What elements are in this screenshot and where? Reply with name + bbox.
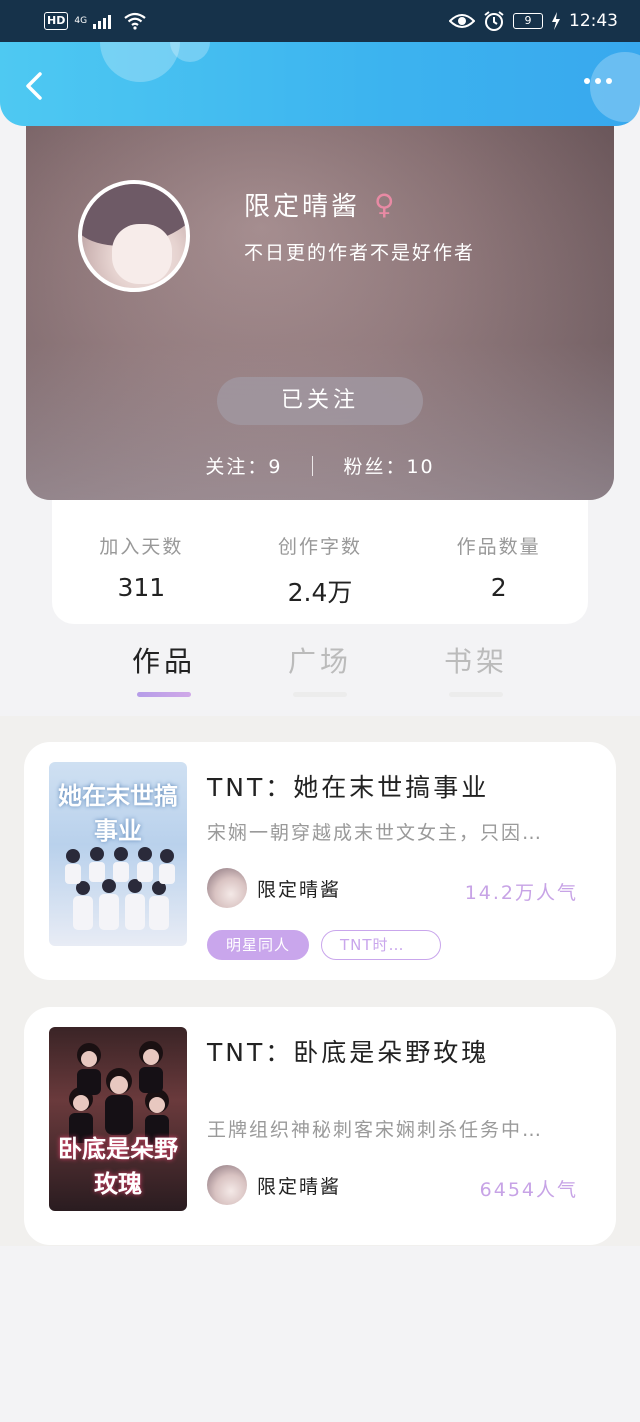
status-right: 9 12:43 [449, 10, 618, 32]
stats-card: 加入天数 311 创作字数 2.4万 作品数量 2 [52, 500, 588, 624]
alarm-icon [484, 11, 504, 31]
follow-button[interactable]: 已关注 [217, 377, 423, 425]
hd-icon: HD [44, 12, 69, 30]
popularity-count: 6454人气 [479, 1179, 578, 1201]
tab-label: 广场 [287, 645, 352, 678]
dot-icon [595, 78, 601, 84]
stat-label: 加入天数 [99, 536, 184, 558]
book-card[interactable]: 她在末世搞事业 TNT：她在末世搞事业 宋娴一朝穿越成末世文女主，只因… 限定晴… [24, 742, 616, 980]
back-button[interactable] [20, 70, 48, 102]
battery-icon: 9 [513, 13, 543, 29]
book-title[interactable]: TNT：她在末世搞事业 [207, 768, 489, 804]
more-options-button[interactable] [584, 78, 612, 84]
top-header [0, 42, 640, 126]
cover-title: 卧底是朵野玫瑰 [58, 1134, 178, 1198]
stat-works-count: 作品数量 2 [409, 500, 588, 624]
cover-title: 她在末世搞事业 [58, 781, 178, 845]
tab-square[interactable]: 广场 [288, 640, 352, 716]
name-row: 限定晴酱 ♀ [244, 186, 395, 223]
stat-value: 2.4万 [287, 578, 353, 607]
book-description: 王牌组织神秘刺客宋娴刺杀任务中… [207, 1119, 544, 1141]
author-avatar [207, 868, 247, 908]
following-count[interactable]: 关注：9 [205, 452, 282, 479]
network-type: 4G [74, 15, 88, 26]
tab-label: 书架 [444, 645, 509, 678]
tag-celebrity-fanfic[interactable]: 明星同人 [207, 930, 310, 960]
book-cover[interactable]: 卧底是朵野玫瑰 [49, 1027, 187, 1211]
book-cover[interactable]: 她在末世搞事业 [49, 762, 187, 946]
stat-label: 创作字数 [278, 536, 363, 558]
tab-works[interactable]: 作品 [132, 640, 196, 716]
author-row[interactable]: 限定晴酱 [207, 1165, 341, 1205]
female-icon: ♀ [374, 188, 395, 221]
author-name: 限定晴酱 [257, 1175, 342, 1198]
wifi-icon [124, 12, 146, 30]
divider [312, 455, 314, 476]
tag-tnt[interactable]: TNT时… [321, 930, 442, 960]
cover-illustration [65, 847, 175, 930]
tab-indicator [292, 692, 347, 697]
profile-card: 限定晴酱 ♀ 不日更的作者不是好作者 已关注 关注：9 粉丝：10 [26, 110, 614, 500]
book-card[interactable]: 卧底是朵野玫瑰 TNT：卧底是朵野玫瑰 王牌组织神秘刺客宋娴刺杀任务中… 限定晴… [24, 1007, 616, 1245]
book-title[interactable]: TNT：卧底是朵野玫瑰 [207, 1033, 489, 1069]
charging-icon [552, 12, 560, 30]
tab-indicator [136, 692, 191, 697]
stat-join-days: 加入天数 311 [52, 500, 231, 624]
status-bar: HD 4G 9 12:43 [0, 0, 640, 42]
stat-label: 作品数量 [456, 536, 541, 558]
author-avatar [207, 1165, 247, 1205]
stat-word-count: 创作字数 2.4万 [231, 500, 410, 624]
username: 限定晴酱 [244, 192, 361, 222]
signal-icon [93, 13, 112, 29]
profile-bio: 不日更的作者不是好作者 [244, 242, 476, 264]
stat-value: 2 [490, 573, 507, 602]
author-name: 限定晴酱 [257, 878, 342, 901]
status-time: 12:43 [569, 11, 618, 31]
follow-counts: 关注：9 粉丝：10 [26, 452, 614, 479]
author-row[interactable]: 限定晴酱 [207, 868, 341, 908]
tag-list: 明星同人 TNT时… [207, 930, 442, 960]
tab-bar: 作品 广场 书架 [0, 640, 640, 716]
status-left: HD 4G [44, 12, 147, 30]
tab-label: 作品 [131, 645, 196, 678]
popularity-count: 14.2万人气 [464, 882, 578, 904]
tab-indicator [449, 692, 503, 697]
tab-bookshelf[interactable]: 书架 [444, 640, 508, 716]
fans-count[interactable]: 粉丝：10 [343, 452, 434, 479]
dot-icon [584, 78, 590, 84]
stat-value: 311 [117, 573, 166, 602]
dot-icon [606, 78, 612, 84]
profile-avatar[interactable] [78, 180, 190, 292]
eye-icon [449, 14, 475, 28]
book-description: 宋娴一朝穿越成末世文女主，只因… [207, 822, 544, 844]
